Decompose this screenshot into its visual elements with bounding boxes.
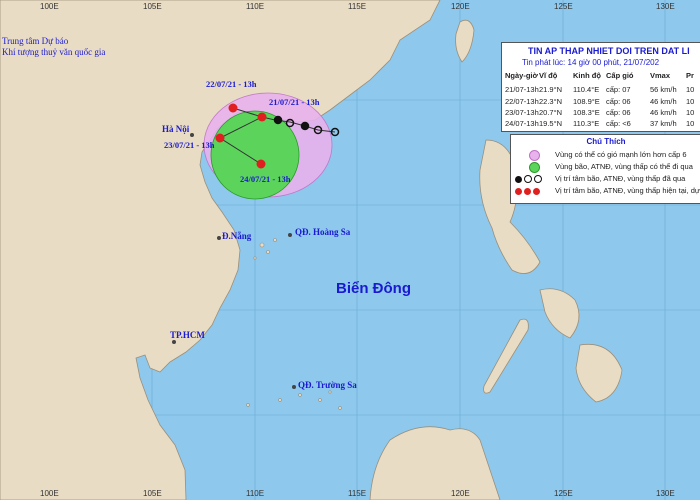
cell: 110.4°E: [573, 85, 600, 94]
past-storm-icon: [515, 175, 522, 183]
cell: 19.5°N: [539, 119, 563, 128]
key-text: Vị trí tâm bão, ATNĐ, vùng thấp hiện tại…: [555, 186, 700, 195]
truongsa-marker: [292, 385, 296, 389]
cell: 24/07-13h: [505, 119, 539, 128]
cell: cấp: 07: [606, 85, 631, 94]
key-text: Vùng bão, ATNĐ, vùng thấp có thể đi qua: [555, 162, 693, 171]
borneo-island: [369, 426, 501, 500]
mindanao-island: [575, 343, 623, 403]
weather-map: 100E 105E 110E 115E 120E 125E 130E 100E …: [0, 0, 700, 500]
cell: 10: [686, 97, 695, 106]
bulletin-issued: Tin phát lúc: 14 giờ 00 phút, 21/07/202: [522, 58, 660, 67]
mainland-china-indochina: [0, 0, 441, 500]
cell: cấp: 06: [606, 108, 631, 117]
key-title: Chú Thích: [586, 137, 626, 146]
lon-label: 130E: [656, 2, 675, 11]
lon-label: 125E: [554, 2, 573, 11]
cell: 22.3°N: [539, 97, 563, 106]
cell: 10: [686, 108, 695, 117]
danang-marker: [217, 236, 221, 240]
forecast-storm-icon: [515, 187, 522, 195]
forecast-label-23: 23/07/21 - 13h: [164, 140, 215, 150]
forecast-depression-icon: [524, 187, 531, 195]
lon-label: 115E: [348, 489, 367, 498]
storm-zone-green: [210, 110, 300, 200]
cell: 37 km/h: [650, 119, 677, 128]
cell: 10: [686, 119, 695, 128]
place-danang: Đ.Nẵng: [222, 231, 252, 241]
past-depression-icon: [524, 175, 532, 184]
agency-name: Trung tâm Dự báo: [2, 36, 69, 46]
lon-label: 105E: [143, 2, 162, 11]
forecast-label-21: 21/07/21 - 13h: [269, 97, 320, 107]
cell: 108.3°E: [573, 108, 600, 117]
forecast-label-24: 24/07/21 - 13h: [240, 174, 291, 184]
key-item-wind-zone: Vùng có thể có gió mạnh lớn hơn cấp 6: [515, 150, 687, 161]
forecast-low-icon: [533, 187, 540, 195]
key-text: Vùng có thể có gió mạnh lớn hơn cấp 6: [555, 150, 687, 159]
lon-label: 115E: [348, 2, 367, 11]
place-hanoi: Hà Nội: [162, 124, 190, 134]
visayas-islands: [539, 288, 580, 339]
lon-label: 120E: [451, 2, 470, 11]
cell: 23/07-13h: [505, 108, 539, 117]
place-hcm: TP.HCM: [170, 330, 205, 340]
lon-label: 100E: [40, 2, 59, 11]
lon-label: 105E: [143, 489, 162, 498]
hanoi-marker: [190, 133, 194, 137]
cell: 108.9°E: [573, 97, 600, 106]
cell: cấp: 06: [606, 97, 631, 106]
cell: 10: [686, 85, 695, 94]
lon-label: 130E: [656, 489, 675, 498]
header-cell: Ngày-giờ: [505, 71, 538, 80]
bulletin-panel: TIN AP THAP NHIET DOI TREN DAT LI Tin ph…: [501, 42, 700, 132]
lon-label: 110E: [246, 2, 265, 11]
purple-zone-icon: [529, 150, 540, 161]
map-key: Chú Thích Vùng có thể có gió mạnh lớn hơ…: [510, 134, 700, 204]
lon-label: 100E: [40, 489, 59, 498]
key-item-past-track: Vị trí tâm bão, ATNĐ, vùng thấp đã qua: [515, 174, 685, 184]
agency-subname: Khí tượng thuỷ văn quốc gia: [2, 47, 106, 57]
past-low-icon: [534, 175, 542, 184]
cell: 20.7°N: [539, 108, 563, 117]
key-item-storm-zone: Vùng bão, ATNĐ, vùng thấp có thể đi qua: [515, 162, 693, 173]
palawan-island: [483, 318, 529, 394]
forecast-label-22: 22/07/21 - 13h: [206, 79, 257, 89]
place-hoangsa: QĐ. Hoàng Sa: [295, 227, 351, 237]
lon-label: 125E: [554, 489, 573, 498]
lon-label: 110E: [246, 489, 265, 498]
cell: 110.3°E: [573, 119, 600, 128]
header-cell: Vmax: [650, 71, 671, 80]
cell: 21/07-13h: [505, 85, 539, 94]
hoangsa-marker: [288, 233, 292, 237]
cell: cấp: <6: [606, 119, 631, 128]
header-cell: Vĩ độ: [539, 71, 558, 80]
key-text: Vị trí tâm bão, ATNĐ, vùng thấp đã qua: [555, 174, 686, 183]
key-item-forecast-track: Vị trí tâm bão, ATNĐ, vùng thấp hiện tại…: [515, 186, 700, 195]
cell: 22/07-13h: [505, 97, 539, 106]
bulletin-title: TIN AP THAP NHIET DOI TREN DAT LI: [528, 46, 690, 56]
taiwan-island: [455, 19, 475, 63]
header-cell: Pr: [686, 71, 694, 80]
cell: 21.9°N: [539, 85, 563, 94]
cell: 56 km/h: [650, 85, 677, 94]
cell: 46 km/h: [650, 108, 677, 117]
place-truongsa: QĐ. Trường Sa: [298, 380, 357, 390]
sea-name: Biển Đông: [336, 280, 411, 297]
green-zone-icon: [529, 162, 540, 173]
cell: 46 km/h: [650, 97, 677, 106]
header-cell: Cấp gió: [606, 71, 634, 80]
header-cell: Kinh độ: [573, 71, 601, 80]
lon-label: 120E: [451, 489, 470, 498]
hcm-marker: [172, 340, 176, 344]
